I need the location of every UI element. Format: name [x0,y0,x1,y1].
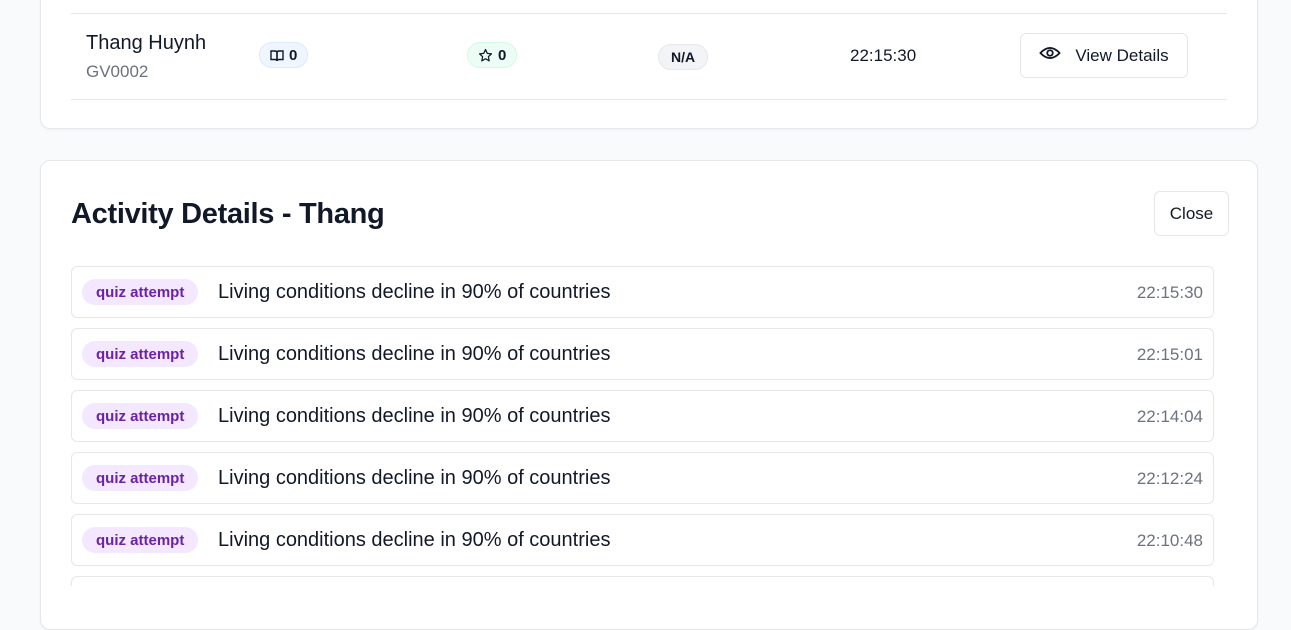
activity-item[interactable]: quiz attempt Living conditions decline i… [71,452,1214,504]
activity-item[interactable]: quiz attempt Living conditions decline i… [71,514,1214,566]
stars-count-badge: 0 [467,42,518,68]
activity-title: Living conditions decline in 90% of coun… [218,529,611,551]
lessons-count: 0 [289,46,298,64]
book-icon [270,49,284,62]
activity-type-badge: quiz attempt [82,279,199,305]
view-details-button[interactable]: View Details [1020,33,1188,78]
activity-details-panel: Activity Details - Thang Close quiz atte… [40,160,1258,630]
activity-time: 22:12:24 [1136,469,1203,488]
stars-count: 0 [498,46,507,64]
activity-item[interactable]: quiz attempt Living conditions decline i… [71,328,1214,380]
teacher-id: GV0002 [86,62,149,81]
score-badge: N/A [658,44,709,70]
activity-title: Living conditions decline in 90% of coun… [218,281,611,303]
activity-title: Living conditions decline in 90% of coun… [218,467,611,489]
activity-type-badge: quiz attempt [82,527,199,553]
star-icon [478,48,493,63]
close-button[interactable]: Close [1154,191,1229,236]
activity-item[interactable]: quiz attempt Living conditions decline i… [71,390,1214,442]
activity-item[interactable]: quiz attempt Living conditions decline i… [71,266,1214,318]
activity-type-badge: quiz attempt [82,465,199,491]
activity-time: 22:15:30 [1136,283,1203,302]
activity-type-badge: quiz attempt [82,403,199,429]
panel-title: Activity Details - Thang [71,198,385,230]
lessons-count-badge: 0 [259,42,309,68]
activity-time: 22:10:48 [1136,531,1203,550]
activity-time: 22:14:04 [1136,407,1203,426]
activity-title: Living conditions decline in 90% of coun… [218,405,611,427]
row-divider [71,13,1227,14]
activity-title: Living conditions decline in 90% of coun… [218,343,611,365]
eye-icon [1039,45,1061,66]
teacher-name: Thang Huynh [86,32,207,54]
row-divider [71,99,1227,100]
activity-type-badge: quiz attempt [82,341,199,367]
activity-item[interactable] [71,576,1214,586]
activity-time: 22:15:01 [1136,345,1203,364]
last-active-time: 22:15:30 [850,46,917,65]
activity-list[interactable]: quiz attempt Living conditions decline i… [71,266,1229,586]
view-details-label: View Details [1075,45,1169,65]
teacher-activity-table: Thang Huynh GV0002 0 0 N/A 22:15:30 View… [40,0,1258,129]
